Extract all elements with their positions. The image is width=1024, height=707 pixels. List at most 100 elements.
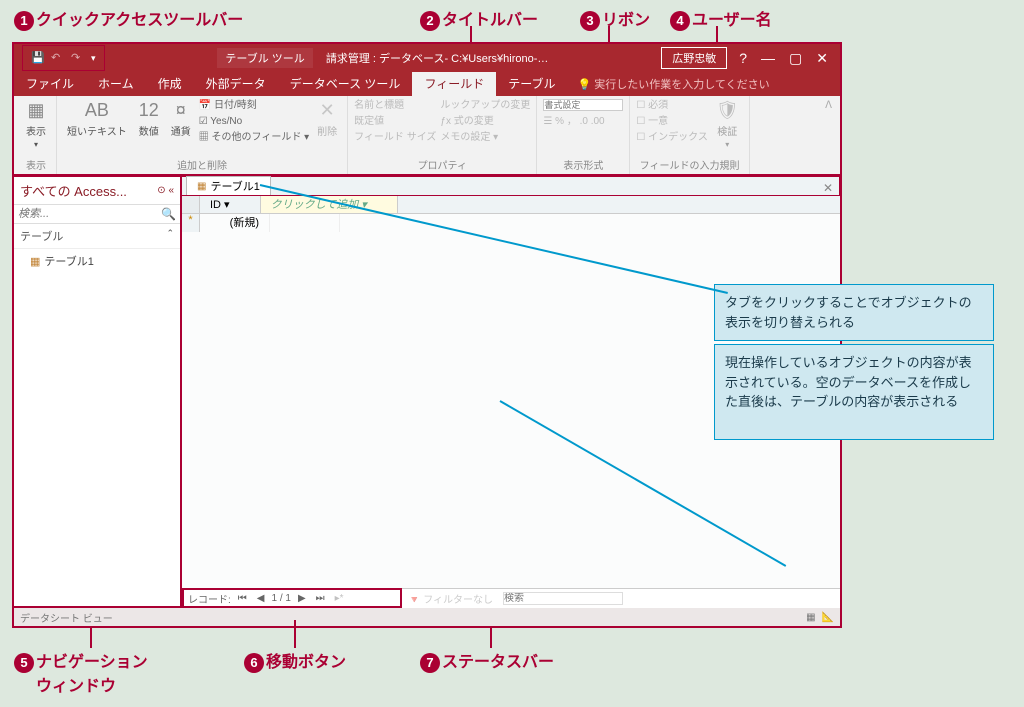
currency-icon: ¤	[176, 100, 186, 121]
row-selector-new[interactable]: *	[182, 214, 200, 232]
recnav-next-icon[interactable]: ▶	[295, 593, 309, 604]
group-label-addremove: 追加と削除	[63, 157, 341, 174]
nav-item-table1[interactable]: テーブル1	[14, 249, 180, 273]
callout-5b: ウィンドウ	[36, 672, 116, 696]
leader-7	[490, 628, 492, 648]
lookup-button[interactable]: ルックアップの変更	[440, 98, 530, 114]
save-icon[interactable]: 💾	[31, 51, 45, 65]
navigation-pane: すべての Access... ⊙ « 🔍 テーブル⌃ テーブル1	[12, 175, 182, 608]
view-button[interactable]: ▦表示▾	[22, 98, 50, 151]
datasheet-view-icon[interactable]: ▦	[806, 612, 815, 623]
recnav-prev-icon[interactable]: ◀	[254, 593, 268, 604]
tab-external-data[interactable]: 外部データ	[194, 72, 278, 96]
short-text-button[interactable]: AB短いテキスト	[63, 98, 131, 140]
index-check[interactable]: ☐ インデックス	[636, 130, 707, 146]
nav-search-input[interactable]	[18, 207, 161, 221]
group-label-properties: プロパティ	[354, 157, 530, 174]
status-bar: データシート ビュー ▦ 📐	[14, 608, 840, 626]
nav-header[interactable]: すべての Access... ⊙ «	[14, 177, 180, 205]
search-icon[interactable]: 🔍	[161, 207, 176, 221]
delete-button[interactable]: ✕削除	[313, 98, 341, 140]
chevron-down-icon: ⊙ «	[157, 185, 174, 196]
tab-db-tools[interactable]: データベース ツール	[278, 72, 413, 96]
twelve-icon: 12	[139, 100, 159, 121]
ribbon-group-addremove: AB短いテキスト 12数値 ¤通貨 📅 日付/時刻 ☑ Yes/No ▦ その他…	[57, 96, 348, 174]
callout-5: 5ナビゲーション	[14, 648, 148, 673]
leader-6	[294, 620, 296, 648]
info-box-2: 現在操作しているオブジェクトの内容が表示されている。空のデータベースを作成した直…	[714, 344, 994, 440]
record-navigator: レコード: ⏮ ◀ 1 / 1 ▶ ⏭ ▸*	[182, 588, 402, 608]
tab-fields[interactable]: フィールド	[412, 72, 496, 96]
tab-home[interactable]: ホーム	[86, 72, 146, 96]
tab-create[interactable]: 作成	[146, 72, 194, 96]
leader-5	[90, 628, 92, 648]
callout-7: 7ステータスバー	[420, 648, 554, 673]
expression-button[interactable]: ƒx 式の変更	[440, 114, 530, 130]
number-button[interactable]: 12数値	[135, 98, 163, 140]
more-fields-list: 📅 日付/時刻 ☑ Yes/No ▦ その他のフィールド ▾	[199, 98, 309, 146]
tab-file[interactable]: ファイル	[14, 72, 86, 96]
currency-button[interactable]: ¤通貨	[167, 98, 195, 140]
cell-new-add[interactable]	[270, 214, 340, 232]
required-check[interactable]: ☐ 必須	[636, 98, 707, 114]
object-tabstrip: テーブル1 ✕	[181, 176, 840, 196]
group-label-validation: フィールドの入力規則	[636, 157, 742, 174]
redo-icon[interactable]: ↷	[71, 51, 85, 65]
help-icon[interactable]: ?	[739, 50, 747, 67]
ribbon-group-view: ▦表示▾ 表示	[16, 96, 57, 174]
callout-1: 1クイックアクセスツールバー	[14, 6, 243, 31]
close-object-icon[interactable]: ✕	[817, 181, 839, 195]
shield-icon: 🛡	[716, 100, 739, 121]
datetime-button[interactable]: 📅 日付/時刻	[199, 98, 309, 114]
filter-status[interactable]: 🔻 フィルターなし	[408, 591, 493, 606]
group-label-view: 表示	[22, 157, 50, 174]
callout-6: 6移動ボタン	[244, 648, 346, 673]
window-controls: ? — ▢ ✕	[727, 50, 840, 67]
maximize-icon[interactable]: ▢	[789, 50, 802, 67]
default-value-button[interactable]: 既定値	[354, 114, 436, 130]
nav-category-tables[interactable]: テーブル⌃	[14, 224, 180, 249]
ribbon-group-validation: ☐ 必須 ☐ 一意 ☐ インデックス 🛡検証▾ フィールドの入力規則	[630, 96, 749, 174]
group-label-format: 表示形式	[543, 157, 623, 174]
recnav-position[interactable]: 1 / 1	[271, 593, 290, 604]
memo-button[interactable]: メモの設定 ▾	[440, 130, 530, 146]
format-symbols[interactable]: ☰ % ， .0 .00	[543, 114, 623, 130]
column-header-id[interactable]: ID ▾	[200, 196, 261, 213]
recnav-label: レコード:	[188, 591, 231, 606]
callout-2: 2タイトルバー	[420, 6, 538, 31]
field-size-button[interactable]: フィールド サイズ	[354, 130, 436, 146]
recnav-new-icon[interactable]: ▸*	[332, 593, 347, 604]
tell-me[interactable]: 💡 実行したい作業を入力してください	[567, 76, 840, 92]
select-all-cell[interactable]	[182, 196, 200, 213]
name-caption-button[interactable]: 名前と標題	[354, 98, 436, 114]
more-fields-button[interactable]: ▦ その他のフィールド ▾	[199, 130, 309, 146]
collapse-ribbon-icon[interactable]: ᐱ	[819, 96, 838, 174]
tab-table[interactable]: テーブル	[496, 72, 567, 96]
callout-4: 4ユーザー名	[670, 6, 772, 31]
grid-icon: ▦	[27, 100, 44, 121]
recnav-first-icon[interactable]: ⏮	[235, 593, 250, 604]
ribbon-tabs: ファイル ホーム 作成 外部データ データベース ツール フィールド テーブル …	[14, 72, 840, 96]
window-title: テーブル ツール 請求管理 : データベース- C:¥Users¥hirono-…	[105, 48, 662, 68]
recnav-search-input[interactable]	[503, 592, 623, 605]
undo-icon[interactable]: ↶	[51, 51, 65, 65]
format-combo[interactable]	[543, 99, 623, 111]
design-view-icon[interactable]: 📐	[822, 612, 834, 623]
cell-new-id[interactable]: (新規)	[200, 214, 270, 232]
quick-access-toolbar: 💾 ↶ ↷ ▾	[22, 45, 105, 71]
minimize-icon[interactable]: —	[761, 50, 775, 67]
yesno-button[interactable]: ☑ Yes/No	[199, 114, 309, 130]
recnav-last-icon[interactable]: ⏭	[313, 593, 328, 604]
db-path-label: 請求管理 : データベース- C:¥Users¥hirono-…	[326, 53, 549, 65]
info-box-1: タブをクリックすることでオブジェクトの表示を切り替えられる	[714, 284, 994, 341]
callout-3: 3リボン	[580, 6, 650, 31]
ab-icon: AB	[85, 100, 109, 121]
ribbon-group-properties: 名前と標題 既定値 フィールド サイズ ルックアップの変更 ƒx 式の変更 メモ…	[348, 96, 537, 174]
title-bar: 💾 ↶ ↷ ▾ テーブル ツール 請求管理 : データベース- C:¥Users…	[14, 44, 840, 72]
qat-dropdown-icon[interactable]: ▾	[91, 53, 96, 64]
user-name[interactable]: 広野忠敏	[661, 47, 727, 69]
close-icon[interactable]: ✕	[816, 50, 828, 67]
unique-check[interactable]: ☐ 一意	[636, 114, 707, 130]
object-tab-table1[interactable]: テーブル1	[186, 176, 271, 195]
validation-button[interactable]: 🛡検証▾	[712, 98, 743, 151]
